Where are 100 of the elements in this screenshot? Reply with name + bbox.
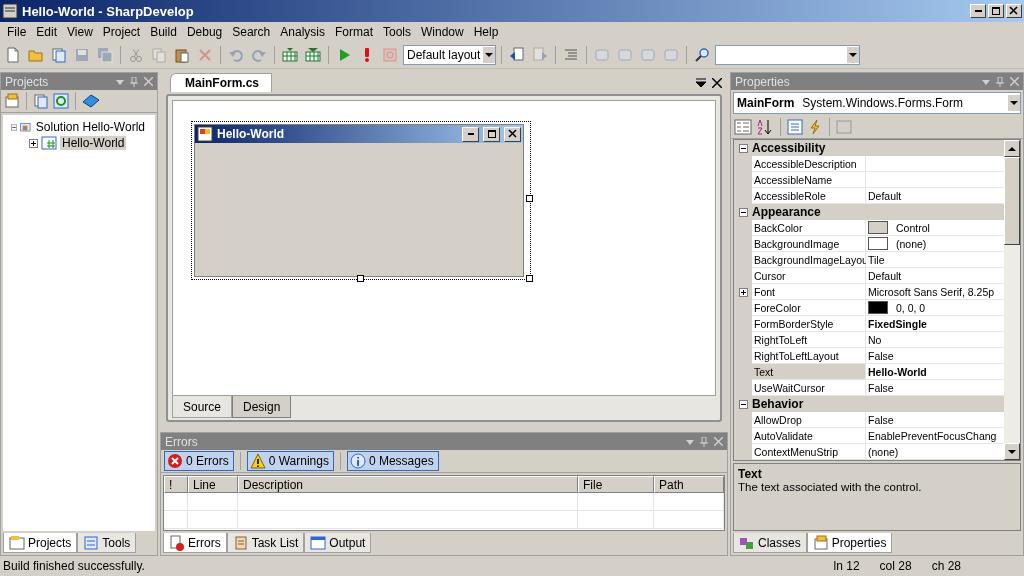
- documents-button[interactable]: [49, 45, 69, 65]
- column-header[interactable]: Line: [188, 476, 238, 493]
- column-header[interactable]: Path: [654, 476, 724, 493]
- filter-button[interactable]: 0 Errors: [164, 451, 234, 471]
- expander-icon[interactable]: [738, 207, 748, 217]
- property-value[interactable]: Hello-World: [868, 365, 927, 378]
- categorized-icon[interactable]: [734, 119, 752, 135]
- column-header[interactable]: Description: [238, 476, 578, 493]
- grid-button[interactable]: [280, 45, 300, 65]
- pin-icon[interactable]: [700, 436, 708, 447]
- expander-icon[interactable]: [738, 399, 748, 409]
- pin-icon[interactable]: [130, 76, 138, 87]
- documents-icon[interactable]: [33, 93, 49, 109]
- menu-item[interactable]: Format: [329, 24, 378, 40]
- maximize-button[interactable]: [988, 4, 1004, 18]
- view-tab[interactable]: Design: [232, 396, 292, 418]
- property-value[interactable]: Default: [868, 189, 902, 202]
- object-dropdown[interactable]: MainForm System.Windows.Forms.Form: [733, 92, 1021, 114]
- refresh-icon[interactable]: [53, 93, 69, 109]
- menu-item[interactable]: Analysis: [275, 24, 330, 40]
- property-name[interactable]: UseWaitCursor: [752, 380, 866, 396]
- property-name[interactable]: AutoValidate: [752, 428, 866, 444]
- property-name[interactable]: Text: [752, 364, 866, 380]
- view-tab[interactable]: Source: [172, 396, 233, 418]
- property-value[interactable]: (none): [868, 445, 899, 458]
- menu-item[interactable]: Tools: [378, 24, 416, 40]
- menu-item[interactable]: Project: [97, 24, 146, 40]
- resize-handle[interactable]: [357, 275, 364, 282]
- bookmark-icon: [617, 47, 634, 63]
- panel-tab[interactable]: Task List: [226, 533, 305, 553]
- property-value[interactable]: Tile: [868, 253, 885, 266]
- property-value[interactable]: No: [868, 333, 882, 346]
- panel-tab[interactable]: Classes: [733, 533, 807, 553]
- copy-icon: [151, 47, 167, 63]
- column-header[interactable]: !: [164, 476, 188, 493]
- menu-item[interactable]: File: [2, 24, 32, 40]
- expander-icon[interactable]: [738, 143, 748, 153]
- expander-icon[interactable]: [738, 287, 748, 297]
- description-title: Text: [738, 467, 763, 481]
- close-icon[interactable]: [712, 78, 722, 88]
- grid-button[interactable]: [303, 45, 323, 65]
- tree-item[interactable]: Hello-World: [60, 136, 127, 150]
- property-value[interactable]: False: [868, 381, 894, 394]
- column-header[interactable]: File: [578, 476, 654, 493]
- menu-item[interactable]: Search: [227, 24, 276, 40]
- property-name[interactable]: AccessibleName: [752, 172, 866, 188]
- property-name[interactable]: ContextMenuStrip: [752, 444, 866, 460]
- property-list-icon[interactable]: [787, 119, 803, 135]
- folder-icon: [28, 47, 44, 63]
- property-value[interactable]: False: [868, 413, 894, 426]
- panel-tab[interactable]: Projects: [3, 533, 78, 553]
- menu-item[interactable]: View: [62, 24, 98, 40]
- filter-button[interactable]: 0 Messages: [346, 451, 439, 471]
- panel-tab[interactable]: Tools: [77, 533, 137, 553]
- property-name[interactable]: AccessibleRole: [752, 188, 866, 204]
- property-name[interactable]: Cursor: [752, 268, 866, 284]
- search-field[interactable]: [715, 45, 861, 65]
- resize-handle[interactable]: [526, 275, 533, 282]
- dropdown-icon[interactable]: [696, 78, 706, 88]
- pane-title: Errors: [165, 434, 199, 449]
- layout-dropdown[interactable]: Default layout: [403, 45, 497, 65]
- property-name[interactable]: ForeColor: [752, 300, 866, 316]
- scrollbar[interactable]: [1004, 140, 1020, 460]
- resize-handle[interactable]: [526, 195, 533, 202]
- panel-tab[interactable]: Output: [304, 533, 372, 553]
- document-tab[interactable]: MainForm.cs: [170, 73, 272, 92]
- tree-item[interactable]: Solution Hello-World: [33, 120, 147, 134]
- menu-item[interactable]: Build: [145, 24, 182, 40]
- property-name[interactable]: AccessibleDescription: [752, 156, 866, 172]
- expander-icon[interactable]: [29, 138, 38, 148]
- project-icon: [41, 135, 57, 151]
- property-value[interactable]: False: [868, 349, 894, 362]
- pin-icon[interactable]: [996, 76, 1004, 87]
- form-title: Hello-World: [217, 127, 286, 141]
- sort-alpha-icon[interactable]: [756, 119, 774, 135]
- property-name[interactable]: BackColor: [752, 220, 866, 236]
- close-button[interactable]: [1006, 4, 1022, 18]
- property-name[interactable]: BackgroundImage: [752, 236, 866, 252]
- minimize-button[interactable]: [970, 4, 986, 18]
- menu-item[interactable]: Window: [416, 24, 469, 40]
- property-value[interactable]: Default: [868, 269, 902, 282]
- property-value[interactable]: (none): [896, 237, 927, 250]
- property-name[interactable]: RightToLeft: [752, 332, 866, 348]
- property-name[interactable]: FormBorderStyle: [752, 316, 866, 332]
- property-name[interactable]: Font: [752, 284, 866, 300]
- property-name[interactable]: RightToLeftLayout: [752, 348, 866, 364]
- property-value[interactable]: FixedSingle: [868, 317, 927, 330]
- property-value[interactable]: Control: [896, 221, 930, 234]
- property-name[interactable]: AllowDrop: [752, 412, 866, 428]
- menu-item[interactable]: Debug: [181, 24, 228, 40]
- list-icon: [563, 47, 580, 63]
- properties-icon[interactable]: [4, 93, 20, 109]
- menu-item[interactable]: Edit: [31, 24, 63, 40]
- stop-icon: [382, 47, 398, 63]
- panel-tab[interactable]: Errors: [163, 533, 227, 553]
- filter-button[interactable]: 0 Warnings: [246, 451, 334, 471]
- menu-item[interactable]: Help: [468, 24, 504, 40]
- panel-tab[interactable]: Properties: [806, 533, 893, 553]
- lightning-icon[interactable]: [807, 119, 823, 135]
- property-value[interactable]: 0, 0, 0: [896, 301, 926, 314]
